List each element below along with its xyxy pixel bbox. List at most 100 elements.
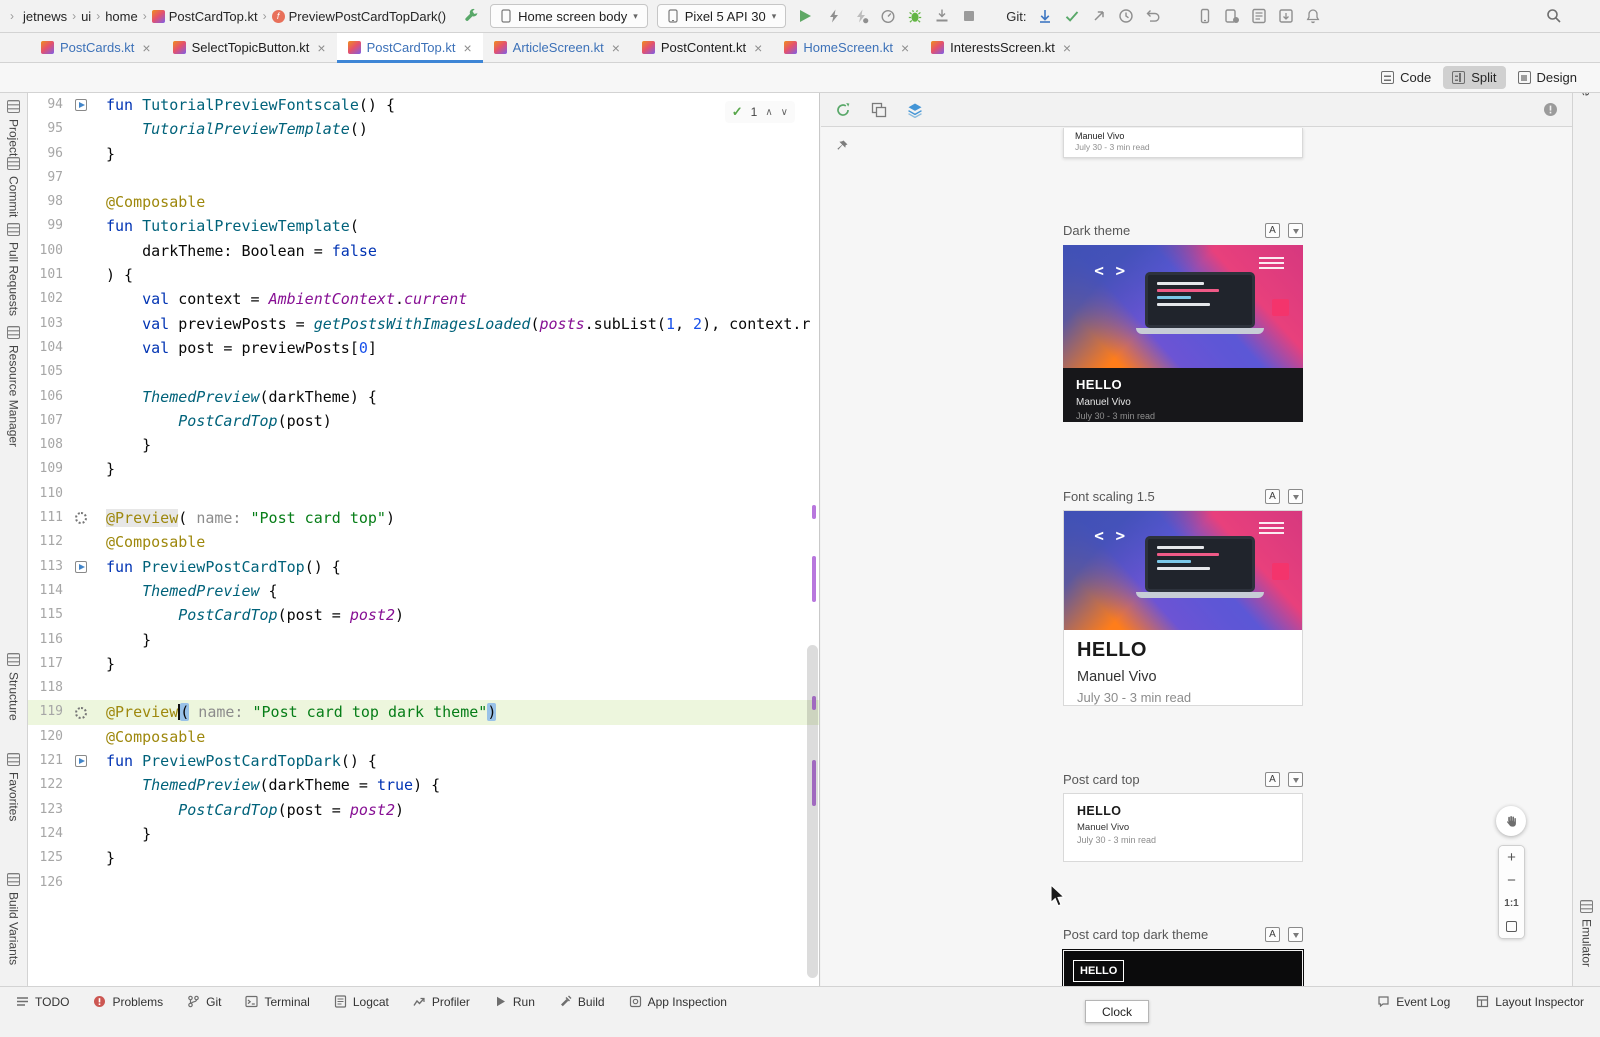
debug-icon[interactable]	[905, 6, 925, 26]
preview-card-clipped[interactable]: Manuel Vivo July 30 - 3 min read	[1063, 128, 1303, 158]
editor-tab-selecttopicbutton-kt[interactable]: SelectTopicButton.kt×	[162, 33, 337, 62]
profile-icon[interactable]	[878, 6, 898, 26]
code-line-115[interactable]: 115 PostCardTop(post = post2)	[28, 603, 819, 627]
close-tab-icon[interactable]: ×	[1063, 40, 1071, 56]
breadcrumb-item[interactable]: PostCardTop.kt	[152, 9, 258, 24]
run-config-dropdown[interactable]: Home screen body ▾	[490, 4, 648, 28]
code-line-118[interactable]: 118	[28, 676, 819, 700]
code-line-112[interactable]: 112@Composable	[28, 530, 819, 554]
preview-title[interactable]: Post card top	[1063, 772, 1140, 787]
tool-button-build-variants[interactable]: Build Variants	[7, 873, 21, 965]
attach-debugger-icon[interactable]	[932, 6, 952, 26]
code-line-110[interactable]: 110	[28, 482, 819, 506]
search-everywhere-icon[interactable]	[1544, 6, 1564, 26]
preview-surface[interactable]: Manuel Vivo July 30 - 3 min read Dark th…	[821, 127, 1572, 986]
editor-tab-interestsscreen-kt[interactable]: InterestsScreen.kt×	[920, 33, 1082, 62]
device-dropdown[interactable]: Pixel 5 API 30 ▾	[657, 4, 786, 28]
code-line-103[interactable]: 103 val previewPosts = getPostsWithImage…	[28, 312, 819, 336]
run-button[interactable]	[795, 6, 815, 26]
statusbar-item-logcat[interactable]: Logcat	[334, 995, 389, 1009]
preview-settings-gutter-icon[interactable]	[70, 512, 92, 524]
git-push-icon[interactable]	[1089, 6, 1109, 26]
breadcrumb-item[interactable]: ui	[81, 9, 91, 24]
run-preview-on-device-icon[interactable]	[1288, 927, 1303, 942]
statusbar-item-git[interactable]: Git	[187, 995, 221, 1009]
statusbar-item-layout-inspector[interactable]: Layout Inspector	[1476, 995, 1584, 1009]
preview-settings-gutter-icon[interactable]	[70, 707, 92, 719]
sdk-manager-icon[interactable]	[1276, 6, 1296, 26]
editor-tab-homescreen-kt[interactable]: HomeScreen.kt×	[773, 33, 920, 62]
code-line-122[interactable]: 122 ThemedPreview(darkTheme = true) {	[28, 773, 819, 797]
view-mode-split-button[interactable]: Split	[1443, 66, 1505, 89]
preview-variants-icon[interactable]	[869, 100, 889, 120]
view-mode-design-button[interactable]: Design	[1509, 66, 1586, 89]
preview-card-dark-theme[interactable]: < > HELLO Manuel Vivo July 30 - 3 min re…	[1063, 245, 1303, 422]
build-refresh-icon[interactable]	[461, 6, 481, 26]
code-line-109[interactable]: 109}	[28, 457, 819, 481]
close-tab-icon[interactable]: ×	[463, 40, 471, 56]
code-line-113[interactable]: 113fun PreviewPostCardTop() {	[28, 555, 819, 579]
code-line-106[interactable]: 106 ThemedPreview(darkTheme) {	[28, 385, 819, 409]
fontscale-preview-icon[interactable]: A	[1265, 772, 1280, 787]
apply-code-changes-icon[interactable]	[851, 6, 871, 26]
zoom-to-fit-button[interactable]	[1499, 915, 1524, 938]
code-line-104[interactable]: 104 val post = previewPosts[0]	[28, 336, 819, 360]
code-line-117[interactable]: 117}	[28, 652, 819, 676]
code-line-96[interactable]: 96}	[28, 142, 819, 166]
run-preview-gutter-icon[interactable]	[70, 99, 92, 111]
code-line-94[interactable]: 94fun TutorialPreviewFontscale() {	[28, 93, 819, 117]
tool-button-commit[interactable]: Commit	[7, 157, 21, 217]
tool-button-pull-requests[interactable]: Pull Requests	[7, 223, 21, 316]
tool-button-favorites[interactable]: Favorites	[7, 753, 21, 821]
git-update-icon[interactable]	[1035, 6, 1055, 26]
statusbar-item-app-inspection[interactable]: App Inspection	[629, 995, 727, 1009]
fontscale-preview-icon[interactable]: A	[1265, 489, 1280, 504]
run-preview-gutter-icon[interactable]	[70, 755, 92, 767]
code-line-119[interactable]: 119@Preview( name: "Post card top dark t…	[28, 700, 819, 724]
run-preview-on-device-icon[interactable]	[1288, 489, 1303, 504]
tool-button-project[interactable]: Project	[7, 100, 21, 156]
code-line-116[interactable]: 116 }	[28, 628, 819, 652]
code-line-107[interactable]: 107 PostCardTop(post)	[28, 409, 819, 433]
editor-tab-postcardtop-kt[interactable]: PostCardTop.kt×	[337, 33, 483, 62]
rollback-icon[interactable]	[1143, 6, 1163, 26]
run-preview-on-device-icon[interactable]	[1288, 223, 1303, 238]
preview-issues-icon[interactable]	[1540, 100, 1560, 120]
statusbar-item-profiler[interactable]: Profiler	[413, 995, 470, 1009]
git-commit-icon[interactable]	[1062, 6, 1082, 26]
notifications-icon[interactable]	[1303, 6, 1323, 26]
apply-changes-icon[interactable]	[824, 6, 844, 26]
view-mode-code-button[interactable]: Code	[1372, 66, 1440, 89]
inspection-widget[interactable]: ✓ 1 ∧ ∨	[725, 101, 795, 123]
editor-tab-postcontent-kt[interactable]: PostContent.kt×	[631, 33, 773, 62]
code-line-97[interactable]: 97	[28, 166, 819, 190]
close-tab-icon[interactable]: ×	[612, 40, 620, 56]
refresh-preview-icon[interactable]	[833, 100, 853, 120]
code-line-101[interactable]: 101) {	[28, 263, 819, 287]
code-line-121[interactable]: 121fun PreviewPostCardTopDark() {	[28, 749, 819, 773]
code-line-105[interactable]: 105	[28, 360, 819, 384]
close-tab-icon[interactable]: ×	[317, 40, 325, 56]
code-line-102[interactable]: 102 val context = AmbientContext.current	[28, 287, 819, 311]
code-line-111[interactable]: 111@Preview( name: "Post card top")	[28, 506, 819, 530]
close-tab-icon[interactable]: ×	[754, 40, 762, 56]
preview-card-post-card-top[interactable]: HELLO Manuel Vivo July 30 - 3 min read	[1063, 793, 1303, 862]
breadcrumb-item[interactable]: home	[105, 9, 138, 24]
code-line-114[interactable]: 114 ThemedPreview {	[28, 579, 819, 603]
run-preview-on-device-icon[interactable]	[1288, 772, 1303, 787]
logcat-tool-icon[interactable]	[1249, 6, 1269, 26]
code-line-98[interactable]: 98@Composable	[28, 190, 819, 214]
statusbar-item-build[interactable]: Build	[559, 995, 605, 1009]
close-tab-icon[interactable]: ×	[901, 40, 909, 56]
breadcrumb-item[interactable]: fPreviewPostCardTopDark()	[272, 9, 447, 24]
stop-icon[interactable]	[959, 6, 979, 26]
tool-button-emulator[interactable]: Emulator	[1580, 900, 1594, 967]
zoom-out-button[interactable]: −	[1499, 869, 1524, 892]
zoom-actual-size-button[interactable]: 1:1	[1499, 892, 1524, 915]
run-preview-gutter-icon[interactable]	[70, 561, 92, 573]
code-line-99[interactable]: 99fun TutorialPreviewTemplate(	[28, 214, 819, 238]
tool-button-resource-manager[interactable]: Resource Manager	[7, 326, 21, 447]
fontscale-preview-icon[interactable]: A	[1265, 927, 1280, 942]
code-line-123[interactable]: 123 PostCardTop(post = post2)	[28, 798, 819, 822]
statusbar-item-problems[interactable]: Problems	[93, 995, 163, 1009]
